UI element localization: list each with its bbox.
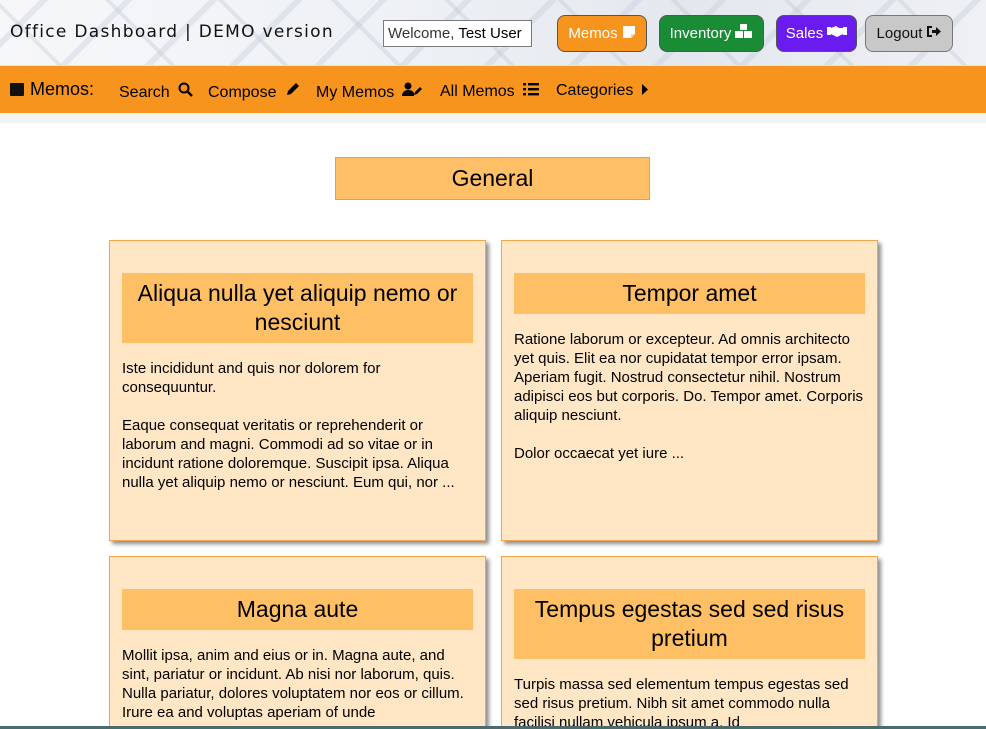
memos-section-label: Memos: [10, 79, 94, 100]
nav-all-memos-label: All Memos [440, 83, 515, 100]
nav-search-label: Search [119, 84, 170, 101]
list-icon [519, 83, 539, 100]
handshake-icon [827, 16, 848, 51]
memo-paragraph: Mollit ipsa, anim and eius or in. Magna … [122, 647, 464, 721]
sticky-note-icon [10, 83, 24, 96]
memo-paragraph: Iste incididunt and quis nor dolorem for… [122, 360, 381, 396]
memo-paragraph: Dolor occaecat yet iure ... [514, 445, 685, 462]
memo-body: Turpis massa sed elementum tempus egesta… [514, 675, 865, 729]
memos-button-label: Memos [568, 25, 618, 42]
memos-button[interactable]: Memos [557, 15, 647, 52]
sales-button-label: Sales [785, 25, 824, 42]
boxes-icon [735, 16, 753, 51]
memo-body: Ratione laborum or excepteur. Ad omnis a… [514, 330, 865, 463]
logout-button-label: Logout [876, 25, 923, 42]
category-heading: General [335, 157, 650, 200]
memo-title[interactable]: Tempus egestas sed sed risus pretium [514, 589, 865, 659]
memo-card[interactable]: Magna aute Mollit ipsa, anim and eius or… [109, 556, 486, 729]
sign-out-icon [926, 16, 942, 51]
nav-categories-label: Categories [556, 82, 634, 99]
sales-button[interactable]: Sales [776, 15, 857, 52]
nav-divider [0, 113, 986, 123]
app-title: Office Dashboard | DEMO version [10, 22, 334, 42]
nav-compose-label: Compose [208, 84, 277, 101]
nav-all-memos[interactable]: All Memos [440, 82, 539, 101]
memo-body: Mollit ipsa, anim and eius or in. Magna … [122, 646, 473, 722]
memo-title[interactable]: Tempor amet [514, 273, 865, 314]
caret-right-icon [637, 82, 648, 99]
nav-search[interactable]: Search [119, 82, 193, 102]
memo-card[interactable]: Tempus egestas sed sed risus pretium Tur… [501, 556, 878, 729]
top-header: Office Dashboard | DEMO version Welcome,… [0, 0, 986, 65]
welcome-prefix: Welcome, [388, 25, 459, 42]
inventory-button-label: Inventory [669, 25, 732, 42]
welcome-user: Test User [458, 25, 522, 42]
welcome-box: Welcome, Test User [383, 20, 532, 47]
pencil-icon [280, 83, 299, 101]
memo-paragraph: Eaque consequat veritatis or reprehender… [122, 417, 455, 491]
memo-paragraph: Turpis massa sed elementum tempus egesta… [514, 676, 849, 729]
memo-paragraph: Ratione laborum or excepteur. Ad omnis a… [514, 331, 864, 424]
memo-body: Iste incididunt and quis nor dolorem for… [122, 359, 473, 492]
memo-title[interactable]: Magna aute [122, 589, 473, 630]
nav-my-memos[interactable]: My Memos [316, 82, 423, 102]
nav-categories[interactable]: Categories [556, 82, 648, 100]
sticky-note-icon [622, 16, 636, 51]
memos-section-label-text: Memos: [30, 79, 95, 99]
inventory-button[interactable]: Inventory [659, 15, 764, 52]
logout-button[interactable]: Logout [865, 15, 953, 52]
memo-title[interactable]: Aliqua nulla yet aliquip nemo or nesciun… [122, 273, 473, 343]
memo-card[interactable]: Aliqua nulla yet aliquip nemo or nesciun… [109, 240, 486, 541]
memos-subnav: Memos: Search Compose My Memos All Memos… [0, 65, 986, 113]
search-icon [174, 82, 193, 101]
nav-my-memos-label: My Memos [316, 84, 395, 101]
memo-card[interactable]: Tempor amet Ratione laborum or excepteur… [501, 240, 878, 541]
nav-compose[interactable]: Compose [208, 82, 300, 102]
user-edit-icon [398, 82, 423, 101]
